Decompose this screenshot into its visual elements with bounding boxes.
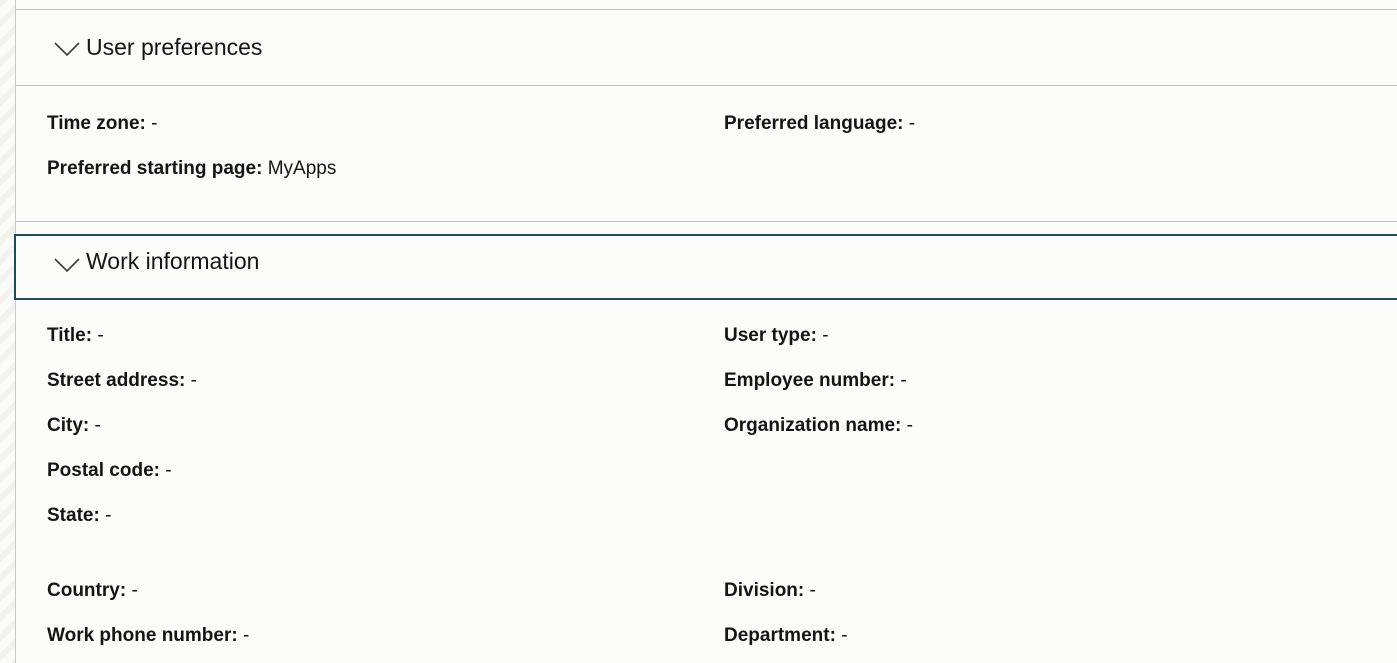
country-label: Country:	[47, 580, 127, 601]
section-divider	[16, 221, 1397, 222]
work-phone-number-field: Work phone number: -	[47, 625, 249, 647]
employee-number-label: Employee number:	[724, 370, 896, 391]
division-label: Division:	[724, 580, 805, 601]
user-type-value: -	[822, 325, 829, 346]
preferred-starting-page-value: MyApps	[267, 158, 337, 179]
chevron-down-icon	[54, 42, 80, 56]
department-value: -	[841, 625, 848, 646]
work-phone-number-label: Work phone number:	[47, 625, 238, 646]
profile-details-panel: User preferences Time zone: - Preferred …	[14, 0, 1397, 663]
city-value: -	[94, 415, 101, 436]
city-field: City: -	[47, 415, 101, 437]
organization-name-label: Organization name:	[724, 415, 902, 436]
street-address-value: -	[190, 370, 197, 391]
organization-name-field: Organization name: -	[724, 415, 913, 437]
work-phone-number-value: -	[243, 625, 250, 646]
user-type-field: User type: -	[724, 325, 829, 347]
organization-name-value: -	[906, 415, 913, 436]
time-zone-label: Time zone:	[47, 113, 146, 134]
user-type-label: User type:	[724, 325, 817, 346]
work-information-title: Work information	[86, 248, 260, 274]
postal-code-label: Postal code:	[47, 460, 160, 481]
preferred-starting-page-label: Preferred starting page:	[47, 158, 263, 179]
department-field: Department: -	[724, 625, 848, 647]
postal-code-value: -	[165, 460, 172, 481]
title-value: -	[97, 325, 104, 346]
street-address-label: Street address:	[47, 370, 186, 391]
street-address-field: Street address: -	[47, 370, 197, 392]
preferred-language-label: Preferred language:	[724, 113, 904, 134]
title-field: Title: -	[47, 325, 104, 347]
division-value: -	[809, 580, 816, 601]
state-field: State: -	[47, 505, 111, 527]
user-preferences-title: User preferences	[86, 34, 263, 60]
country-field: Country: -	[47, 580, 138, 602]
employee-number-value: -	[900, 370, 907, 391]
user-preferences-header[interactable]: User preferences	[16, 10, 1397, 86]
title-label: Title:	[47, 325, 93, 346]
time-zone-value: -	[151, 113, 158, 134]
time-zone-field: Time zone: -	[47, 113, 158, 135]
postal-code-field: Postal code: -	[47, 460, 172, 482]
division-field: Division: -	[724, 580, 816, 602]
preferred-starting-page-field: Preferred starting page: MyApps	[47, 158, 336, 180]
employee-number-field: Employee number: -	[724, 370, 907, 392]
preferred-language-value: -	[908, 113, 916, 134]
city-label: City:	[47, 415, 90, 436]
work-information-header[interactable]: Work information	[14, 234, 1397, 300]
department-label: Department:	[724, 625, 836, 646]
state-value: -	[105, 505, 112, 526]
preferred-language-field: Preferred language: -	[724, 113, 915, 135]
state-label: State:	[47, 505, 100, 526]
chevron-down-icon	[54, 258, 80, 272]
country-value: -	[131, 580, 138, 601]
